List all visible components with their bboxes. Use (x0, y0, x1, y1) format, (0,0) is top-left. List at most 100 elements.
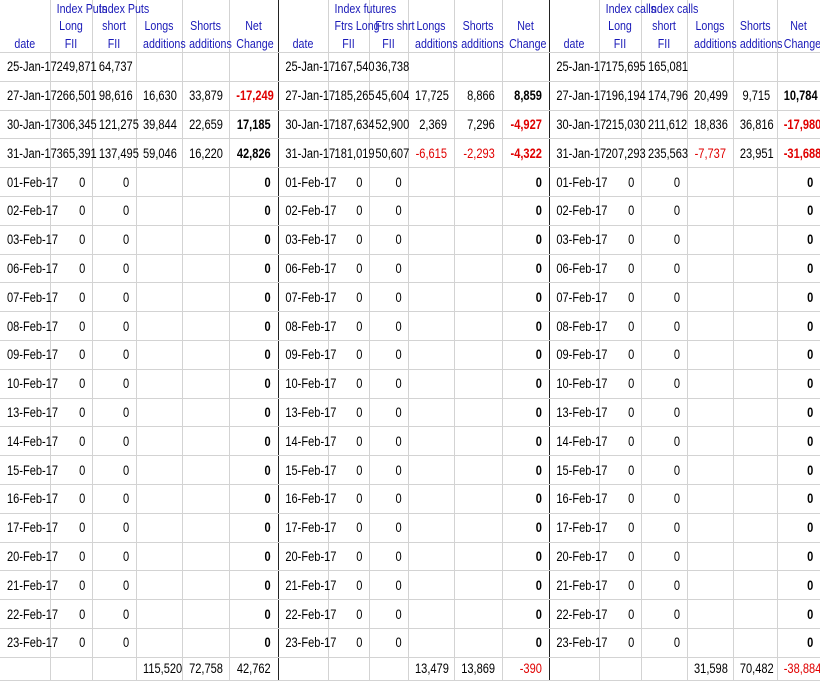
cell[interactable] (140, 426, 179, 457)
cell[interactable] (691, 282, 730, 313)
cell[interactable] (458, 311, 499, 341)
cell[interactable]: 0 (645, 369, 684, 399)
cell[interactable]: 207,293 (602, 138, 646, 169)
cell[interactable]: 42,762 (233, 656, 274, 681)
cell[interactable]: 0 (372, 311, 405, 341)
cell[interactable] (691, 398, 730, 428)
cell[interactable]: 0 (331, 426, 366, 457)
cell[interactable]: 64,737 (95, 52, 133, 82)
cell[interactable] (691, 628, 730, 658)
cell[interactable] (458, 340, 499, 370)
cell[interactable]: 0 (645, 398, 684, 428)
cell[interactable] (412, 0, 451, 16)
cell[interactable]: 0 (331, 398, 366, 428)
cell[interactable]: 23-Feb-17 (4, 628, 58, 658)
cell[interactable]: 0 (372, 570, 405, 601)
cell[interactable]: 0 (331, 455, 366, 485)
cell[interactable]: FII (95, 34, 133, 53)
cell[interactable] (412, 455, 451, 485)
cell[interactable]: 03-Feb-17 (4, 225, 58, 255)
cell[interactable]: 16,220 (186, 138, 226, 169)
cell[interactable] (691, 599, 730, 629)
cell[interactable]: 0 (780, 167, 817, 197)
cell[interactable]: 185,265 (331, 81, 375, 111)
cell[interactable]: 0 (780, 225, 817, 255)
cell[interactable]: Index Puts (95, 0, 149, 16)
cell[interactable] (140, 52, 179, 82)
cell[interactable] (458, 398, 499, 428)
cell[interactable]: 0 (372, 254, 405, 284)
cell[interactable]: 52,900 (372, 110, 409, 140)
cell[interactable]: 01-Feb-17 (4, 167, 58, 197)
cell[interactable]: 09-Feb-17 (282, 340, 336, 370)
cell[interactable] (736, 513, 774, 543)
cell[interactable]: Index calls (602, 0, 656, 16)
cell[interactable]: 0 (331, 340, 366, 370)
cell[interactable] (602, 657, 638, 681)
cell[interactable]: 0 (780, 369, 817, 399)
cell[interactable]: 0 (331, 542, 366, 572)
cell[interactable]: 07-Feb-17 (4, 282, 58, 313)
cell[interactable] (412, 484, 451, 514)
cell[interactable]: 0 (506, 570, 546, 601)
cell[interactable]: 02-Feb-17 (553, 196, 607, 226)
cell[interactable] (458, 599, 499, 629)
cell[interactable]: 14-Feb-17 (282, 426, 336, 457)
cell[interactable] (736, 0, 774, 16)
cell[interactable]: 17,725 (412, 81, 451, 111)
cell[interactable]: 0 (780, 455, 817, 485)
cell[interactable]: -38,884 (780, 656, 820, 681)
cell[interactable]: 0 (233, 599, 274, 629)
cell[interactable]: 0 (95, 398, 133, 428)
cell[interactable]: 0 (780, 196, 817, 226)
cell[interactable] (458, 52, 499, 82)
cell[interactable] (331, 657, 366, 681)
cell[interactable] (736, 52, 774, 82)
cell[interactable] (140, 196, 179, 226)
cell[interactable]: 0 (331, 282, 366, 313)
cell[interactable] (140, 311, 179, 341)
cell[interactable]: 0 (372, 484, 405, 514)
cell[interactable]: Change (506, 34, 546, 53)
cell[interactable]: 31-Jan-17 (4, 138, 57, 169)
cell[interactable]: 15-Feb-17 (282, 455, 336, 485)
cell[interactable] (4, 0, 46, 16)
cell[interactable] (186, 225, 226, 255)
cell[interactable]: 0 (506, 599, 546, 629)
cell[interactable]: 25-Jan-17 (4, 52, 57, 82)
cell[interactable] (458, 542, 499, 572)
cell[interactable]: 0 (372, 599, 405, 629)
cell[interactable]: 0 (95, 628, 133, 658)
cell[interactable]: 0 (372, 628, 405, 658)
cell[interactable]: 30-Jan-17 (4, 110, 57, 140)
cell[interactable] (736, 426, 774, 457)
cell[interactable]: 0 (645, 455, 684, 485)
cell[interactable]: 0 (372, 513, 405, 543)
cell[interactable]: 0 (780, 513, 817, 543)
cell[interactable]: 39,844 (140, 110, 179, 140)
cell[interactable]: 02-Feb-17 (282, 196, 336, 226)
cell[interactable]: 70,482 (736, 656, 774, 681)
cell[interactable]: 20-Feb-17 (4, 542, 58, 572)
cell[interactable]: 0 (645, 426, 684, 457)
cell[interactable]: 0 (780, 628, 817, 658)
cell[interactable] (736, 282, 774, 313)
cell[interactable]: 365,391 (53, 138, 97, 169)
cell[interactable] (736, 570, 774, 601)
cell[interactable]: 0 (372, 282, 405, 313)
cell[interactable] (412, 398, 451, 428)
cell[interactable]: 215,030 (602, 110, 646, 140)
cell[interactable]: 42,826 (233, 138, 274, 169)
cell[interactable] (412, 52, 451, 82)
cell[interactable]: 0 (53, 369, 89, 399)
cell[interactable]: 0 (53, 599, 89, 629)
cell[interactable]: additions (140, 34, 186, 53)
cell[interactable]: 0 (331, 225, 366, 255)
cell[interactable]: Long (53, 16, 89, 34)
cell[interactable] (458, 426, 499, 457)
cell[interactable] (282, 0, 324, 16)
cell[interactable] (736, 311, 774, 341)
cell[interactable] (186, 599, 226, 629)
cell[interactable]: 16-Feb-17 (282, 484, 336, 514)
cell[interactable]: 16-Feb-17 (553, 484, 607, 514)
